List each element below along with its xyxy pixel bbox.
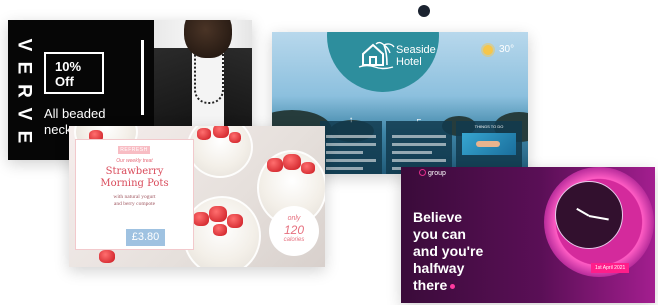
price-tag: £3.80 bbox=[126, 229, 165, 246]
motivational-card: group Believe you can and you're halfway… bbox=[401, 167, 655, 303]
menu-title: Strawberry Morning Pots bbox=[100, 166, 169, 189]
carousel-indicator-dot bbox=[418, 5, 430, 17]
temperature-readout: 30° bbox=[499, 44, 515, 55]
sun-icon bbox=[483, 45, 493, 55]
calorie-badge: only 120 calories bbox=[269, 206, 319, 256]
group-logo: group bbox=[419, 169, 446, 177]
strawberry-menu-card: REFRESH Our weekly treat Strawberry Morn… bbox=[69, 126, 325, 267]
divider-bar bbox=[141, 40, 144, 115]
menu-subtitle: with natural yogurt and berry compote bbox=[113, 194, 156, 207]
arrow-up-icon: ↑ bbox=[349, 115, 353, 124]
clock-icon bbox=[555, 181, 623, 249]
hotel-name: Seaside Hotel bbox=[396, 44, 436, 68]
menu-panel: REFRESH Our weekly treat Strawberry Morn… bbox=[75, 139, 194, 250]
things-to-do-heading: THINGS TO DO bbox=[474, 124, 504, 129]
stairs-icon: ⌐ bbox=[416, 115, 422, 124]
menu-tagline: Our weekly treat bbox=[116, 158, 153, 164]
brand-wordmark: V E R V E bbox=[13, 38, 35, 145]
house-palm-icon bbox=[358, 41, 395, 70]
refresh-label: REFRESH bbox=[118, 146, 150, 154]
motivational-quote: Believe you can and you're halfway there bbox=[413, 209, 484, 293]
date-badge: 1st April 2021 bbox=[591, 263, 630, 273]
directions-panel-left: ↑ bbox=[320, 115, 382, 174]
bead-necklace bbox=[194, 54, 224, 104]
discount-badge: 10% Off bbox=[44, 52, 104, 94]
snorkelling-photo bbox=[462, 133, 516, 155]
